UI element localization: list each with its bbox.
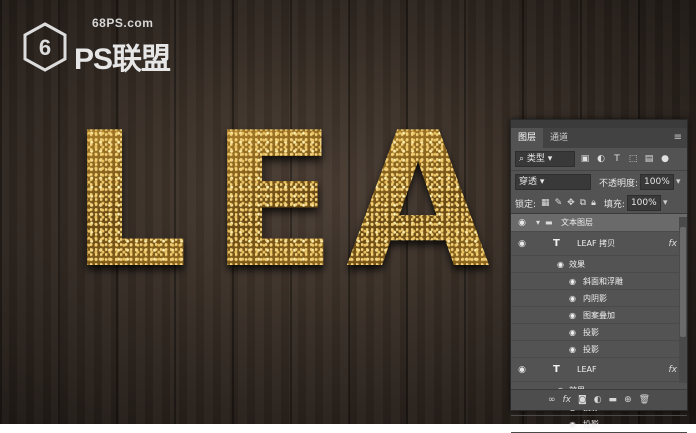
ps-logo-icon: 6 [23, 22, 67, 72]
effect-name: 内阴影 [583, 293, 607, 303]
glitter-letter-l: L [70, 92, 189, 309]
lock-row: 锁定: ▦ ✎ ✥ ⧉ 🔒︎ 填充: 100% ▾ [511, 193, 687, 214]
shape-filter-icon[interactable]: ⬚ [627, 153, 639, 165]
effects-eye-icon[interactable]: ◉ [557, 260, 564, 269]
type-filter-icon[interactable]: T [611, 153, 623, 165]
visibility-eye-icon[interactable]: ◉ [516, 218, 528, 228]
blend-mode-select[interactable]: 穿透 ▾ [515, 174, 591, 190]
fill-input[interactable]: 100% [626, 195, 661, 211]
opacity-input[interactable]: 100% [640, 174, 675, 190]
pixel-filter-icon[interactable]: ▣ [579, 153, 591, 165]
effect-eye-icon[interactable]: ◉ [569, 311, 576, 320]
panel-bottom-toolbar: ∞ fx ◙ ◐ ▬ ⊕ 🗑︎ [511, 389, 687, 410]
filter-kind-label: 类型 [526, 154, 545, 164]
text-layer-icon: T [553, 238, 560, 249]
watermark: 68PS.com 6 PS联盟 [22, 16, 172, 80]
effect-eye-icon[interactable]: ◉ [569, 294, 576, 303]
text-layer-icon: T [553, 364, 560, 375]
new-group-folder-icon[interactable]: ▬ [609, 395, 618, 405]
effect-row[interactable]: ◉ 内阴影 [511, 290, 687, 307]
opacity-label: 不透明度: [599, 178, 639, 189]
effect-eye-icon[interactable]: ◉ [569, 277, 576, 286]
effects-label: 效果 [569, 259, 585, 269]
group-expand-chevron-icon[interactable]: ▾ [536, 218, 540, 227]
effect-eye-icon[interactable]: ◉ [569, 420, 576, 429]
layer-filter-row: ⌕ 类型 ▾ ▣ ◐ T ⬚ ▤ ● [511, 148, 687, 171]
effect-eye-icon[interactable]: ◉ [569, 328, 576, 337]
glitter-letter-a: A [346, 92, 490, 309]
layers-scrollbar[interactable] [679, 217, 687, 383]
layer-row-leaf-copy[interactable]: ◉ T LEAF 拷贝 fx ▲ [511, 232, 687, 256]
new-layer-icon[interactable]: ⊕ [624, 395, 632, 405]
panel-tabs: 图层 通道 ≡ [511, 128, 687, 148]
effect-eye-icon[interactable]: ◉ [569, 345, 576, 354]
effect-name: 斜面和浮雕 [583, 276, 623, 286]
adjustment-filter-icon[interactable]: ◐ [595, 153, 607, 165]
lock-all-icon[interactable]: 🔒︎ [591, 198, 596, 208]
effect-name: 图案叠加 [583, 310, 615, 320]
effect-row[interactable]: ◉ 投影 [511, 341, 687, 358]
add-style-fx-icon[interactable]: fx [562, 395, 571, 405]
fill-label: 填充: [603, 199, 625, 210]
lock-position-icon[interactable]: ✥ [567, 198, 575, 208]
tab-layers[interactable]: 图层 [511, 128, 544, 148]
lock-artboard-icon[interactable]: ⧉ [580, 198, 586, 208]
watermark-site: 68PS.com [92, 16, 154, 30]
effects-row[interactable]: ◉ 效果 [511, 256, 687, 273]
lock-transparent-icon[interactable]: ▦ [541, 198, 550, 208]
fx-icon[interactable]: fx [669, 239, 678, 249]
fill-chevron-icon[interactable]: ▾ [663, 198, 668, 208]
tab-channels[interactable]: 通道 [543, 128, 575, 148]
lock-image-icon[interactable]: ✎ [555, 198, 563, 208]
adjustment-layer-icon[interactable]: ◐ [594, 395, 602, 405]
filter-kind-select[interactable]: ⌕ 类型 ▾ [515, 151, 575, 167]
group-name: 文本图层 [561, 218, 593, 227]
effect-name: 投影 [583, 419, 599, 429]
layers-panel: 图层 通道 ≡ ⌕ 类型 ▾ ▣ ◐ T ⬚ ▤ ● 穿透 ▾ 不透明度: 10… [510, 119, 688, 433]
blend-row: 穿透 ▾ 不透明度: 100% ▾ [511, 171, 687, 193]
effect-name: 投影 [583, 344, 599, 354]
opacity-chevron-icon[interactable]: ▾ [676, 177, 681, 187]
link-layers-icon[interactable]: ∞ [548, 395, 556, 405]
glitter-letter-e: E [210, 92, 338, 309]
layer-group-row[interactable]: ◉ ▾ ▬ 文本图层 [511, 214, 687, 232]
panel-menu-icon[interactable]: ≡ [674, 132, 682, 144]
effect-row[interactable]: ◉ 图案叠加 [511, 307, 687, 324]
fx-icon[interactable]: fx [669, 365, 678, 375]
smart-object-filter-icon[interactable]: ▤ [643, 153, 655, 165]
effect-row[interactable]: ◉ 投影 [511, 416, 687, 433]
panel-titlebar[interactable] [511, 120, 687, 128]
effect-row[interactable]: ◉ 投影 [511, 324, 687, 341]
layer-name: LEAF [577, 365, 597, 374]
effect-name: 投影 [583, 327, 599, 337]
folder-icon: ▬ [545, 218, 553, 227]
scrollbar-thumb[interactable] [680, 227, 686, 337]
svg-text:6: 6 [39, 35, 51, 60]
effect-row[interactable]: ◉ 斜面和浮雕 [511, 273, 687, 290]
filter-toggle-icon[interactable]: ● [659, 153, 671, 165]
layer-row-leaf[interactable]: ◉ T LEAF fx ▲ [511, 358, 687, 382]
layer-name: LEAF 拷贝 [577, 239, 616, 248]
add-mask-icon[interactable]: ◙ [578, 395, 587, 405]
lock-label: 锁定: [515, 199, 537, 210]
visibility-eye-icon[interactable]: ◉ [516, 365, 528, 375]
blend-mode-label: 穿透 [519, 177, 538, 187]
visibility-eye-icon[interactable]: ◉ [516, 239, 528, 249]
watermark-brand: PS联盟 [74, 43, 171, 76]
delete-trash-icon[interactable]: 🗑︎ [639, 395, 650, 405]
